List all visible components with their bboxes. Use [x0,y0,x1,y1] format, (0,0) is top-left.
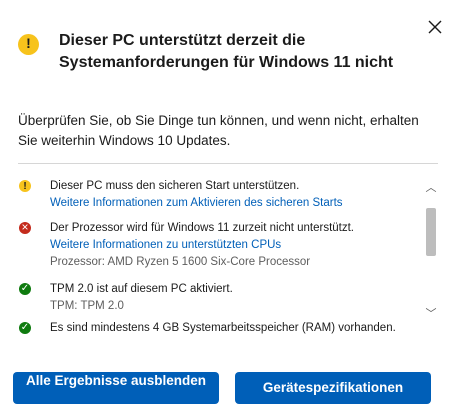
check-text: Es sind mindestens 4 GB Systemarbeitsspe… [50,322,396,334]
supported-cpus-link[interactable]: Weitere Informationen zu unterstützten C… [50,237,418,254]
close-icon[interactable] [424,16,446,38]
divider [18,163,438,164]
check-text: Der Prozessor wird für Windows 11 zurzei… [50,222,355,234]
tpm-detail: TPM: TPM 2.0 [50,300,124,312]
scroll-up-icon[interactable]: ︿ [423,180,439,196]
device-specs-button[interactable]: Gerätespezifikationen [235,372,431,404]
close-button[interactable] [424,16,446,38]
scrollbar-thumb[interactable] [426,208,436,256]
warning-icon [18,34,39,55]
check-text: TPM 2.0 ist auf diesem PC aktiviert. [50,283,233,295]
warning-icon [19,178,31,195]
scroll-down-icon[interactable]: ﹀ [423,306,439,322]
hide-results-button[interactable]: Alle Ergebnisse ausblenden [13,372,219,404]
dialog-title: Dieser PC unterstützt derzeit die System… [59,32,394,71]
error-icon [19,219,31,236]
device-specs-label: Gerätespezifikationen [262,380,404,395]
check-circle-icon [19,280,31,297]
check-results-list: Dieser PC muss den sicheren Start unters… [18,170,418,340]
dialog-intro: Überprüfen Sie, ob Sie Dinge tun können,… [18,113,419,148]
scrollbar[interactable]: ︿ ﹀ [423,176,439,326]
check-circle-icon [19,319,31,336]
secure-boot-info-link[interactable]: Weitere Informationen zum Aktivieren des… [50,195,418,212]
check-text: Dieser PC muss den sicheren Start unters… [50,180,300,192]
hide-results-label: Alle Ergebnisse ausblenden [25,373,207,388]
processor-detail: Prozessor: AMD Ryzen 5 1600 Six-Core Pro… [50,256,311,268]
